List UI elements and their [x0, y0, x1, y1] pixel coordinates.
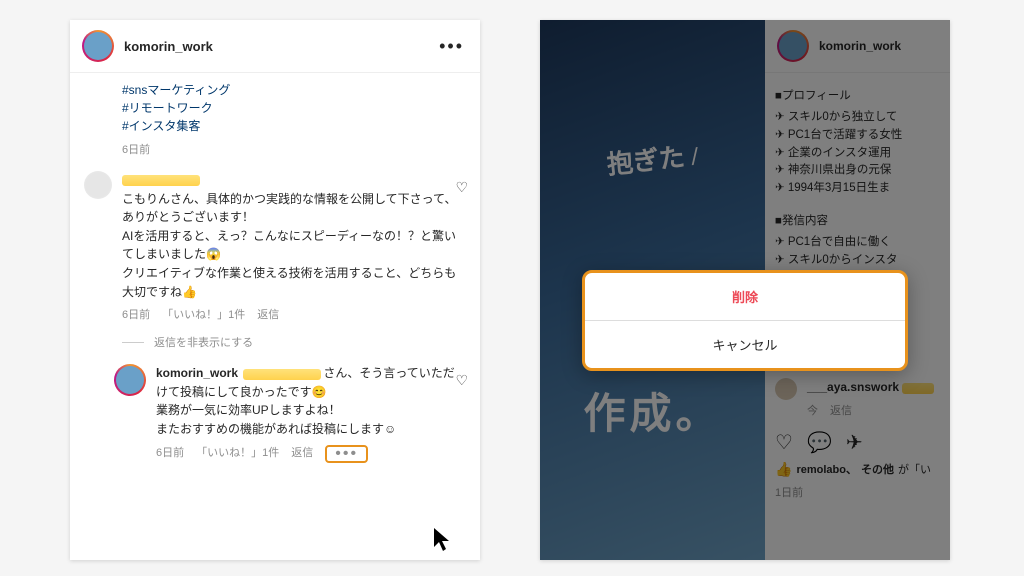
like-icon[interactable]: ♡	[455, 372, 468, 389]
comments-panel: komorin_work ••• #snsマーケティング #リモートワーク #イ…	[70, 20, 480, 560]
delete-button[interactable]: 削除	[585, 273, 905, 321]
comment-likes[interactable]: 「いいね！」1件	[162, 307, 245, 324]
comment-reply: komorin_work さん、そう言っていただけて投稿にして良かったです😊 業…	[114, 364, 466, 462]
comment-more-button[interactable]: •••	[325, 445, 368, 463]
cancel-button[interactable]: キャンセル	[585, 321, 905, 368]
comment-timestamp: 6日前	[122, 307, 150, 324]
comment-content: komorin_work さん、そう言っていただけて投稿にして良かったです😊 業…	[156, 364, 466, 462]
comment-text: AIを活用すると、えっ？こんなにスピーディーなの！？と驚いてしまいました😱	[122, 229, 456, 262]
username[interactable]: komorin_work	[124, 39, 213, 54]
panel-header: komorin_work •••	[70, 20, 480, 73]
comment: こもりんさん、具体的かつ実践的な情報を公開して下さって、ありがとうございます！ …	[84, 171, 466, 324]
more-icon[interactable]: •••	[435, 37, 468, 55]
comment-content: こもりんさん、具体的かつ実践的な情報を公開して下さって、ありがとうございます！ …	[122, 171, 466, 324]
comment-text: こもりんさん、具体的かつ実践的な情報を公開して下さって、ありがとうございます！	[122, 192, 456, 225]
post-detail-panel: 抱ぎた / ・でまる 作成。 komorin_work ■プロフィール ✈ スキ…	[540, 20, 950, 560]
hashtag-link[interactable]: #リモートワーク	[122, 99, 466, 117]
caption-hashtags: #snsマーケティング #リモートワーク #インスタ集客	[122, 81, 466, 135]
post-timestamp: 6日前	[122, 141, 466, 157]
avatar[interactable]	[82, 30, 114, 62]
comment-text: またおすすめの機能があれば投稿にします☺	[156, 422, 396, 436]
comment-meta: 6日前 「いいね！」1件 返信	[122, 307, 466, 324]
avatar[interactable]	[84, 171, 112, 199]
action-sheet: 削除 キャンセル	[582, 270, 908, 371]
redacted-username	[122, 175, 200, 186]
comment-text: クリエイティブな作業と使える技術を活用すること、どちらも大切ですね👍	[122, 266, 456, 299]
hashtag-link[interactable]: #snsマーケティング	[122, 81, 466, 99]
redacted-mention	[243, 369, 321, 380]
comments-body: #snsマーケティング #リモートワーク #インスタ集客 6日前 こもりんさん、…	[70, 73, 480, 560]
hide-replies-toggle[interactable]: 返信を非表示にする	[122, 334, 466, 350]
comment-author[interactable]: komorin_work	[156, 366, 238, 380]
comment-likes[interactable]: 「いいね！」1件	[196, 445, 279, 462]
avatar[interactable]	[114, 364, 146, 396]
comment-meta: 6日前 「いいね！」1件 返信 •••	[156, 445, 466, 463]
reply-button[interactable]: 返信	[257, 307, 279, 324]
like-icon[interactable]: ♡	[455, 179, 468, 196]
hashtag-link[interactable]: #インスタ集客	[122, 117, 466, 135]
comment-text: 業務が一気に効率UPしますよね！	[156, 403, 341, 417]
comment-timestamp: 6日前	[156, 445, 184, 462]
reply-button[interactable]: 返信	[291, 445, 313, 462]
